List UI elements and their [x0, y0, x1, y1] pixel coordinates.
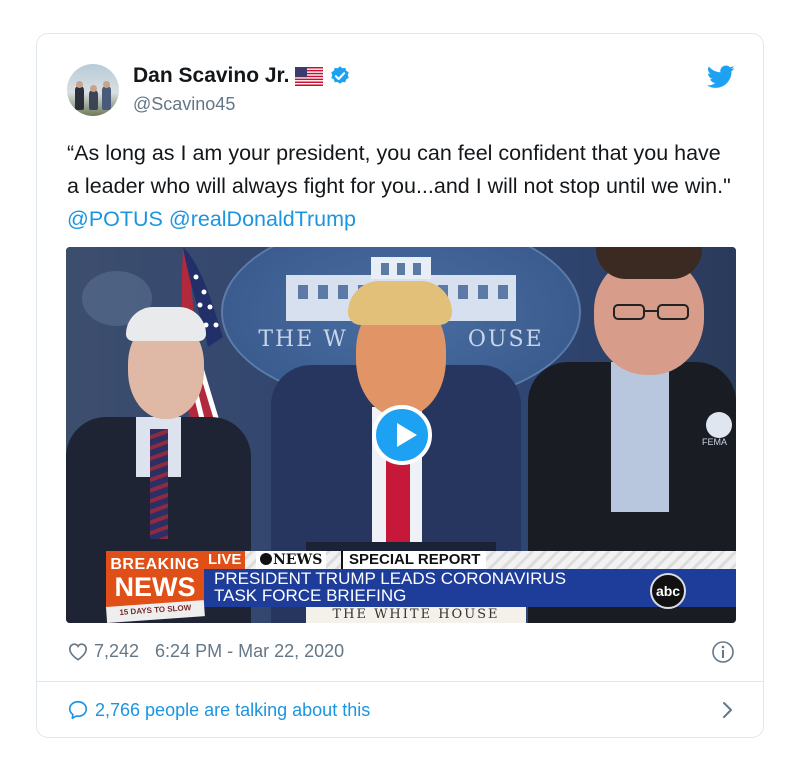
- mention-potus[interactable]: @POTUS: [67, 207, 163, 231]
- avatar-figure-head: [103, 81, 110, 88]
- twitter-bird-icon[interactable]: [707, 65, 735, 89]
- tweet-meta: 7,242 6:24 PM - Mar 22, 2020: [67, 638, 344, 664]
- special-report-label: SPECIAL REPORT: [341, 551, 487, 569]
- breaking-label: BREAKING: [110, 556, 200, 573]
- comment-bubble-icon: [68, 700, 88, 720]
- timestamp[interactable]: 6:24 PM - Mar 22, 2020: [155, 641, 344, 662]
- heart-icon[interactable]: [67, 641, 89, 661]
- backdrop-label-left: THE W: [258, 327, 348, 352]
- avatar-figure: [89, 90, 98, 110]
- person-left-hair: [126, 307, 206, 341]
- conversation-link[interactable]: 2,766 people are talking about this: [67, 694, 735, 726]
- person-right-shirt: [611, 362, 669, 512]
- live-badge: LIVE: [204, 551, 246, 569]
- avatar-figure: [102, 86, 111, 110]
- play-button[interactable]: [372, 405, 432, 465]
- glasses-graphic: [613, 304, 689, 320]
- mention-realdonaldtrump[interactable]: @realDonaldTrump: [169, 207, 356, 231]
- us-flag-icon: [295, 66, 324, 86]
- avatar-figure-head: [76, 81, 83, 88]
- network-label: NEWS: [256, 551, 327, 569]
- tweet-body: “As long as I am your president, you can…: [67, 141, 731, 198]
- chevron-right-icon[interactable]: [721, 700, 735, 720]
- tweet-text: “As long as I am your president, you can…: [67, 137, 737, 236]
- headline-line-2: TASK FORCE BRIEFING: [214, 586, 407, 605]
- fema-patch-label: FEMA: [702, 437, 728, 447]
- author-handle[interactable]: @Scavino45: [133, 94, 235, 115]
- avatar[interactable]: [67, 64, 119, 116]
- conversation-text[interactable]: 2,766 people are talking about this: [95, 700, 370, 721]
- author-name-row[interactable]: Dan Scavino Jr.: [133, 64, 351, 88]
- fema-patch: [706, 412, 732, 438]
- backdrop-label-right: OUSE: [467, 327, 544, 352]
- breaking-news-badge: BREAKING NEWS: [106, 551, 204, 607]
- video-player[interactable]: THE W OUSE FEMA BREAKING NEWS LIVE NEWS …: [66, 247, 736, 623]
- avatar-figure-head: [90, 85, 97, 92]
- divider: [37, 681, 763, 682]
- person-center-hair: [348, 281, 452, 325]
- abc-mini-icon: [260, 553, 272, 565]
- news-label: NEWS: [114, 572, 196, 602]
- person-right-hair: [596, 247, 702, 279]
- abc-logo: abc: [650, 573, 686, 609]
- avatar-figure: [75, 86, 84, 110]
- author-name[interactable]: Dan Scavino Jr.: [133, 64, 289, 88]
- podium-sign: THE WHITE HOUSE: [306, 607, 526, 623]
- tweet-card: Dan Scavino Jr. @Scavino45 “As long as I…: [36, 33, 764, 738]
- person-left-tie: [150, 429, 168, 539]
- verified-badge-icon: [331, 66, 350, 84]
- network-label-text: NEWS: [273, 552, 323, 568]
- info-icon[interactable]: [711, 640, 735, 664]
- like-count[interactable]: 7,242: [94, 641, 139, 662]
